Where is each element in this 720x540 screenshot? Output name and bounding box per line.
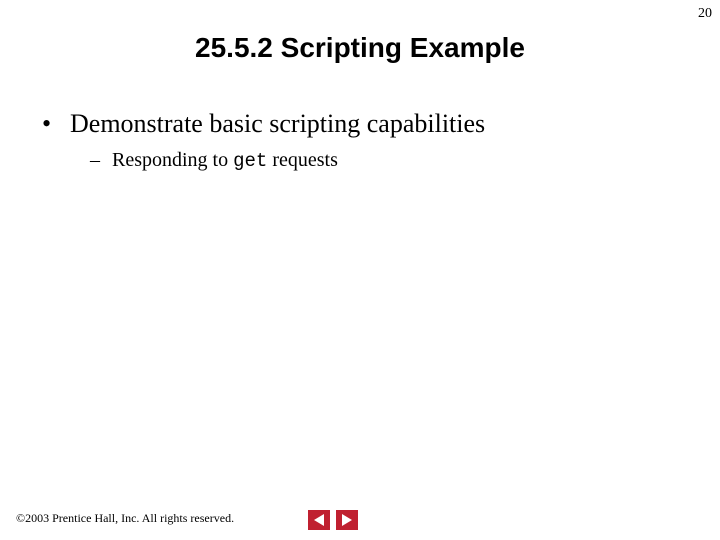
page-number: 20 [698,6,712,22]
next-slide-button[interactable] [336,510,358,530]
bullet-level-2-text: Responding to get requests [112,147,338,174]
slide: 20 25.5.2 Scripting Example • Demonstrat… [0,0,720,540]
arrow-right-icon [342,514,352,526]
bullet-level-2: – Responding to get requests [90,147,680,174]
slide-body: • Demonstrate basic scripting capabiliti… [40,108,680,173]
bullet-l2-post: requests [267,149,338,171]
slide-nav [308,510,358,530]
arrow-left-icon [314,514,324,526]
bullet-l2-pre: Responding to [112,149,233,171]
bullet-dash-icon: – [90,147,112,173]
bullet-dot-icon: • [40,108,70,141]
copyright-text: 2003 Prentice Hall, Inc. All rights rese… [25,511,234,526]
footer-copyright: © 2003 Prentice Hall, Inc. All rights re… [16,511,234,526]
bullet-level-1: • Demonstrate basic scripting capabiliti… [40,108,680,141]
prev-slide-button[interactable] [308,510,330,530]
copyright-symbol: © [16,511,25,526]
slide-title: 25.5.2 Scripting Example [0,32,720,64]
bullet-level-1-text: Demonstrate basic scripting capabilities [70,108,485,141]
bullet-l2-code: get [233,150,267,172]
